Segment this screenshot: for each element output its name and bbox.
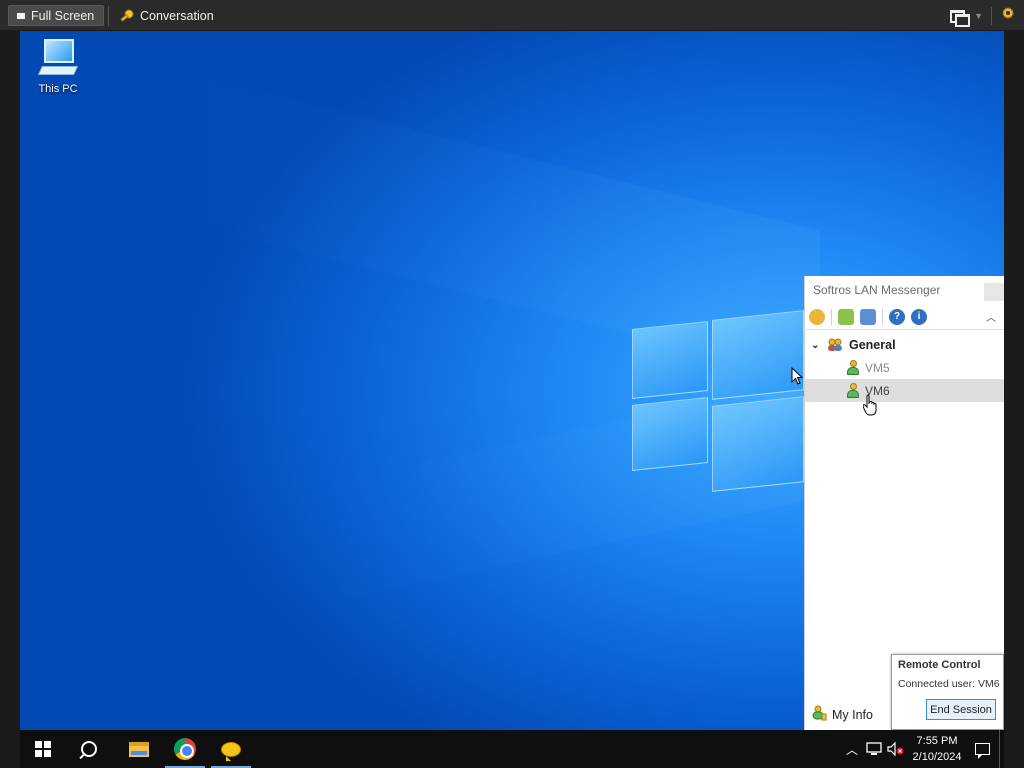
messenger-toolbar-divider xyxy=(831,308,832,325)
user-online-icon xyxy=(847,382,859,399)
computer-icon xyxy=(37,39,79,77)
search-icon xyxy=(81,741,97,757)
this-pc-desktop-icon[interactable]: This PC xyxy=(32,39,84,95)
taskbar: ︿ 7:55 PM 2/10/2024 xyxy=(20,730,1004,768)
my-info-icon xyxy=(811,705,827,724)
this-pc-label: This PC xyxy=(38,83,78,95)
toolbar-divider xyxy=(108,6,109,26)
start-button[interactable] xyxy=(20,730,66,768)
info-icon[interactable]: i xyxy=(911,308,927,325)
folder-icon xyxy=(129,741,149,757)
group-name: General xyxy=(849,338,896,352)
user-item[interactable]: VM5 xyxy=(805,356,1004,379)
messenger-title-bar: Softros LAN Messenger xyxy=(805,276,1004,304)
user-item-selected[interactable]: VM6 xyxy=(805,379,1004,402)
help-icon[interactable]: ? xyxy=(889,308,905,325)
group-users-icon xyxy=(827,338,843,352)
conversation-button[interactable]: Conversation xyxy=(112,5,222,26)
full-screen-button[interactable]: Full Screen xyxy=(8,5,104,26)
send-file-icon[interactable] xyxy=(838,308,854,325)
search-button[interactable] xyxy=(66,730,112,768)
toolbar-divider-right xyxy=(991,6,992,25)
user-name: VM5 xyxy=(865,360,890,375)
settings-icon[interactable] xyxy=(809,308,825,325)
messenger-window-button[interactable] xyxy=(984,283,1004,301)
connected-user-text: Connected user: VM6 xyxy=(898,678,1000,690)
group-general[interactable]: ⌄ General xyxy=(805,334,1004,356)
windows-wallpaper-logo xyxy=(632,301,804,492)
window-mode-icon[interactable] xyxy=(950,9,971,27)
messenger-taskbar-button[interactable] xyxy=(208,730,254,768)
end-session-button[interactable]: End Session xyxy=(926,699,996,720)
windows-start-icon xyxy=(35,741,51,757)
chevron-up-icon[interactable]: ︿ xyxy=(841,730,863,768)
toolbar-right-controls: ▼ xyxy=(950,5,1016,27)
dropdown-icon[interactable]: ▼ xyxy=(974,11,983,21)
user-online-icon xyxy=(847,359,859,376)
chrome-icon xyxy=(174,738,196,760)
messenger-toolbar-divider xyxy=(882,308,883,325)
chevron-down-icon[interactable]: ⌄ xyxy=(811,340,821,351)
message-history-icon[interactable] xyxy=(860,308,876,325)
notifications-button[interactable] xyxy=(965,730,999,768)
full-screen-icon xyxy=(17,12,25,19)
show-desktop-button[interactable] xyxy=(999,730,1004,768)
messenger-title: Softros LAN Messenger xyxy=(813,283,941,297)
conversation-icon xyxy=(120,9,134,23)
system-tray: ︿ 7:55 PM 2/10/2024 xyxy=(841,730,1004,768)
conversation-label: Conversation xyxy=(140,8,214,23)
settings-gear-icon[interactable] xyxy=(1000,5,1016,26)
remote-control-title: Remote Control xyxy=(898,659,981,671)
clock[interactable]: 7:55 PM 2/10/2024 xyxy=(909,733,965,765)
hand-pointer-cursor-icon xyxy=(863,394,877,416)
remote-control-popup: Remote Control Connected user: VM6 End S… xyxy=(891,654,1004,730)
notification-icon xyxy=(974,743,990,759)
chrome-button[interactable] xyxy=(162,730,208,768)
messenger-toolbar: ? i ︿ xyxy=(805,304,1004,330)
full-screen-label: Full Screen xyxy=(31,8,95,23)
clock-date: 2/10/2024 xyxy=(912,751,962,763)
viewer-toolbar: Full Screen Conversation ▼ xyxy=(0,0,1024,31)
volume-muted-icon[interactable] xyxy=(885,730,907,768)
mouse-cursor-icon xyxy=(791,367,803,385)
network-icon[interactable] xyxy=(863,730,885,768)
my-info-label: My Info xyxy=(832,707,873,722)
chat-bubble-icon xyxy=(221,741,241,761)
file-explorer-button[interactable] xyxy=(116,730,162,768)
clock-time: 7:55 PM xyxy=(916,735,958,747)
collapse-chevron-icon[interactable]: ︿ xyxy=(986,309,996,324)
my-info-button[interactable]: My Info xyxy=(811,705,873,724)
user-tree: ⌄ General VM5 VM6 xyxy=(805,330,1004,402)
